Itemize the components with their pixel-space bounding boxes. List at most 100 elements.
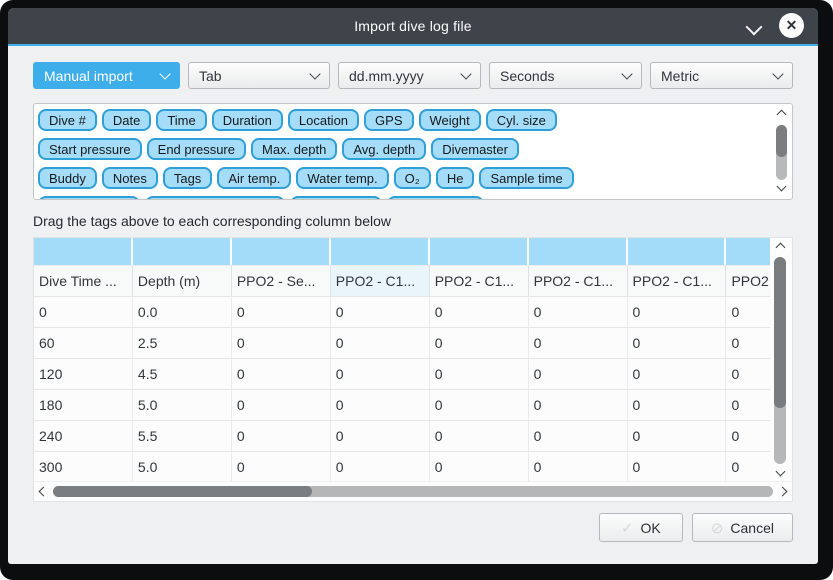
- table-cell: 0: [726, 328, 771, 358]
- titlebar-menu-chevron-icon[interactable]: [746, 19, 763, 36]
- drop-target-row: [34, 238, 771, 265]
- tag-time[interactable]: Time: [156, 109, 206, 131]
- column-header-ppo2-c1[interactable]: PPO2 - C1...: [529, 266, 628, 296]
- drop-target-col-6[interactable]: [529, 238, 628, 265]
- table-vertical-scrollbar[interactable]: [770, 238, 791, 482]
- tag-dive[interactable]: Dive #: [38, 109, 97, 131]
- column-header-depth-m[interactable]: Depth (m): [133, 266, 232, 296]
- tag-row-3: BuddyNotesTagsAir temp.Water temp. O₂HeSa…: [38, 167, 772, 189]
- ok-button[interactable]: ✓ OK: [599, 513, 683, 542]
- scroll-left-icon[interactable]: [39, 487, 49, 497]
- scrollbar-thumb[interactable]: [774, 257, 786, 408]
- tag-date[interactable]: Date: [102, 109, 151, 131]
- table-cell: 0: [628, 452, 727, 482]
- column-header-ppo2-se[interactable]: PPO2 - Se...: [232, 266, 331, 296]
- scroll-up-icon[interactable]: [777, 110, 787, 120]
- column-header-ppo2-c1[interactable]: PPO2 - C1...: [628, 266, 727, 296]
- tag-water-temp[interactable]: Water temp.: [296, 167, 388, 189]
- combo-metric[interactable]: Metric: [650, 62, 793, 89]
- chevron-down-icon: [460, 68, 471, 79]
- scroll-down-icon[interactable]: [777, 182, 787, 192]
- scroll-down-icon[interactable]: [776, 467, 786, 477]
- cancel-button[interactable]: ⊘ Cancel: [692, 513, 793, 542]
- table-cell: 0: [331, 390, 430, 420]
- table-cell: 0: [529, 421, 628, 451]
- tag-buddy[interactable]: Buddy: [38, 167, 97, 189]
- scrollbar-track[interactable]: [53, 486, 773, 497]
- drop-target-col-1[interactable]: [34, 238, 133, 265]
- scroll-right-icon[interactable]: [778, 487, 788, 497]
- drop-target-col-5[interactable]: [430, 238, 529, 265]
- check-icon: ✓: [621, 519, 634, 537]
- titlebar[interactable]: Import dive log file ✕: [8, 8, 818, 44]
- import-settings-row: Manual import Tab dd.mm.yyyy Seconds Metric: [33, 62, 793, 89]
- column-header-ppo2-c1[interactable]: PPO2 - C1...: [430, 266, 529, 296]
- scrollbar-thumb[interactable]: [53, 486, 312, 497]
- drop-target-col-3[interactable]: [232, 238, 331, 265]
- table-cell: 0: [726, 421, 771, 451]
- tag-sample-temperature[interactable]: Sample temperature: [145, 196, 285, 200]
- combo-value: dd.mm.yyyy: [349, 68, 424, 84]
- close-button[interactable]: ✕: [779, 13, 804, 38]
- tag-start-pressure[interactable]: Start pressure: [38, 138, 142, 160]
- table-row: 1805.0000000: [34, 389, 771, 420]
- drop-target-col-8[interactable]: [726, 238, 771, 265]
- drop-target-col-4[interactable]: [331, 238, 430, 265]
- tag-location[interactable]: Location: [288, 109, 359, 131]
- table-cell: 0: [726, 452, 771, 482]
- table-cell: 0: [726, 297, 771, 327]
- combo-dd-mm-yyyy[interactable]: dd.mm.yyyy: [338, 62, 481, 89]
- table-cell: 5.0: [133, 452, 232, 482]
- table-cell: 0: [628, 421, 727, 451]
- tag-notes[interactable]: Notes: [102, 167, 158, 189]
- tag-sample-cns[interactable]: Sample CNS: [387, 196, 484, 200]
- table-horizontal-scrollbar[interactable]: [34, 481, 792, 501]
- table-cell: 0: [529, 359, 628, 389]
- tag-o[interactable]: O₂: [394, 167, 431, 189]
- scrollbar-track[interactable]: [774, 257, 786, 464]
- scrollbar-thumb[interactable]: [776, 125, 787, 157]
- table-cell: 0: [430, 421, 529, 451]
- tag-pool-scrollbar[interactable]: [775, 107, 789, 196]
- table-header-row: Dive Time ...Depth (m)PPO2 - Se...PPO2 -…: [34, 265, 771, 296]
- combo-tab[interactable]: Tab: [188, 62, 330, 89]
- tag-end-pressure[interactable]: End pressure: [147, 138, 246, 160]
- drop-target-col-2[interactable]: [133, 238, 232, 265]
- table-cell: 4.5: [133, 359, 232, 389]
- tag-pool: Dive #DateTime DurationLocationGPS WeightC…: [33, 103, 793, 200]
- column-header-ppo2-c1[interactable]: PPO2 - C1...: [331, 266, 430, 296]
- tag-duration[interactable]: Duration: [212, 109, 283, 131]
- table-cell: 0: [331, 297, 430, 327]
- scrollbar-track[interactable]: [776, 125, 787, 180]
- tag-sample-po[interactable]: Sample pO₂: [290, 196, 382, 200]
- tag-row-2: Start pressureEnd pressureMax. depthAvg.…: [38, 138, 772, 160]
- table-cell: 120: [34, 359, 133, 389]
- tag-avg-depth[interactable]: Avg. depth: [342, 138, 426, 160]
- table-cell: 5.0: [133, 390, 232, 420]
- tag-sample-depth[interactable]: Sample depth: [38, 196, 140, 200]
- tag-max-depth[interactable]: Max. depth: [251, 138, 337, 160]
- tag-divemaster[interactable]: Divemaster: [431, 138, 519, 160]
- column-header-dive-time[interactable]: Dive Time ...: [34, 266, 133, 296]
- tag-weight[interactable]: Weight: [419, 109, 481, 131]
- dialog-footer: ✓ OK ⊘ Cancel: [33, 513, 793, 542]
- chevron-down-icon: [309, 68, 320, 79]
- tag-cyl-size[interactable]: Cyl. size: [486, 109, 557, 131]
- tag-gps[interactable]: GPS: [364, 109, 413, 131]
- table-cell: 0: [232, 421, 331, 451]
- chevron-down-icon: [621, 68, 632, 79]
- tag-sample-time[interactable]: Sample time: [479, 167, 573, 189]
- scroll-up-icon[interactable]: [776, 243, 786, 253]
- tag-air-temp[interactable]: Air temp.: [217, 167, 291, 189]
- table-cell: 0: [726, 390, 771, 420]
- tag-row-4: Sample depth Sample temperature Sample pO₂…: [38, 196, 772, 200]
- tag-he[interactable]: He: [436, 167, 475, 189]
- table-cell: 0: [430, 297, 529, 327]
- table-cell: 0: [331, 452, 430, 482]
- tag-tags[interactable]: Tags: [163, 167, 212, 189]
- window-frame: Import dive log file ✕ Manual import Tab d…: [0, 0, 833, 580]
- combo-seconds[interactable]: Seconds: [489, 62, 642, 89]
- combo-manual-import[interactable]: Manual import: [33, 62, 180, 89]
- column-header-ppo2[interactable]: PPO2: [726, 266, 771, 296]
- drop-target-col-7[interactable]: [628, 238, 727, 265]
